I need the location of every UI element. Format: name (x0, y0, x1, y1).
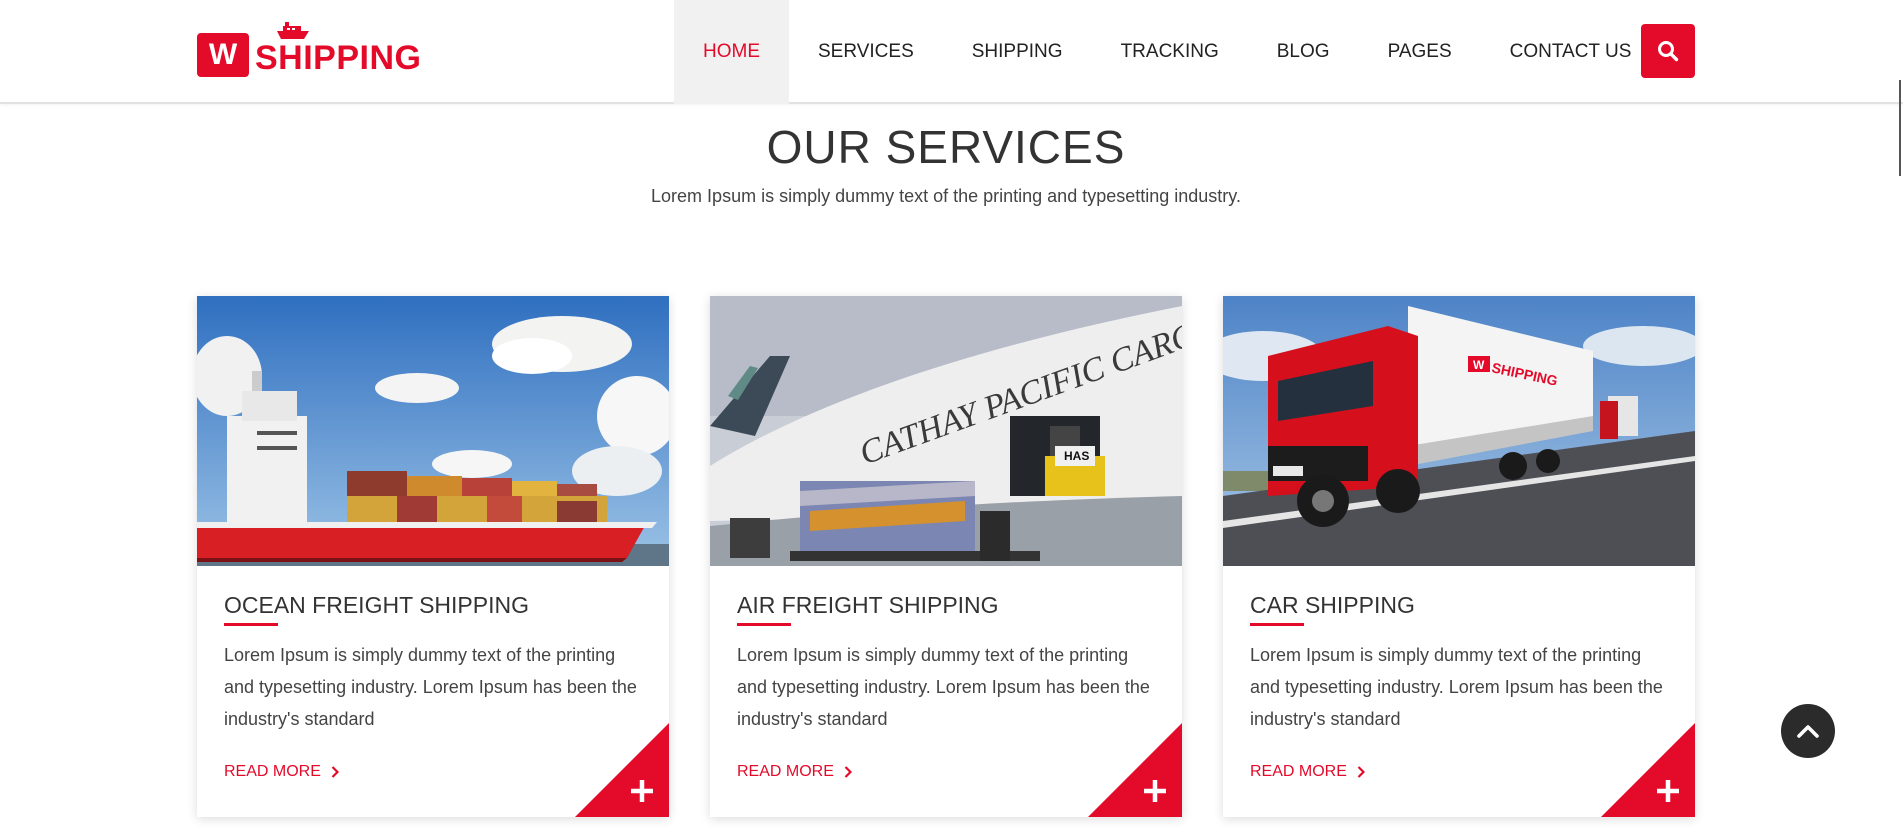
card-description: Lorem Ipsum is simply dummy text of the … (224, 645, 637, 729)
card-description: Lorem Ipsum is simply dummy text of the … (737, 645, 1150, 729)
read-more-link[interactable]: READ MORE (224, 763, 339, 781)
service-card-car: W SHIPPING CAR SHIPPING Lorem Ipsum is s… (1223, 296, 1695, 817)
cargo-plane-image: CATHAY PACIFIC CARGO HAS (710, 296, 1182, 566)
plus-corner-button[interactable] (575, 723, 669, 817)
plus-corner-button[interactable] (1601, 723, 1695, 817)
nav-blog[interactable]: BLOG (1248, 0, 1359, 104)
nav-home[interactable]: HOME (674, 0, 789, 104)
nav-contact-us[interactable]: CONTACT US (1481, 0, 1661, 104)
chevron-right-icon (844, 766, 852, 778)
title-underline (737, 623, 791, 626)
card-title: AIR FREIGHT SHIPPING (737, 592, 999, 618)
nav-tracking[interactable]: TRACKING (1092, 0, 1248, 104)
truck-logo-letter: W (1473, 358, 1485, 372)
title-underline (224, 623, 278, 626)
service-card-ocean: OCEAN FREIGHT SHIPPING Lorem Ipsum is si… (197, 296, 669, 817)
scroll-to-top-button[interactable] (1781, 704, 1835, 758)
container-ship-image (197, 296, 669, 566)
service-card-air: CATHAY PACIFIC CARGO HAS AIR FREIGHT SHI… (710, 296, 1182, 817)
card-title: CAR SHIPPING (1250, 592, 1415, 618)
ship-icon (277, 22, 309, 39)
loader-label: HAS (1064, 449, 1089, 463)
section-title: OUR SERVICES (766, 121, 1126, 173)
logo-mark: W (197, 33, 249, 77)
logo-text: SHIPPING (255, 39, 422, 77)
plus-corner-button[interactable] (1088, 723, 1182, 817)
scrollbar[interactable] (1899, 80, 1903, 176)
read-more-link[interactable]: READ MORE (1250, 763, 1365, 781)
red-truck-image: W SHIPPING (1223, 296, 1695, 566)
nav-pages[interactable]: PAGES (1359, 0, 1481, 104)
chevron-up-icon (1797, 725, 1819, 738)
chevron-right-icon (1357, 766, 1365, 778)
read-more-link[interactable]: READ MORE (737, 763, 852, 781)
search-icon (1658, 41, 1679, 62)
nav-services[interactable]: SERVICES (789, 0, 943, 104)
site-header: W SHIPPING HOME SERVICES SHIPPING TRACKI… (0, 0, 1903, 104)
site-logo[interactable]: W SHIPPING (197, 18, 421, 78)
card-description: Lorem Ipsum is simply dummy text of the … (1250, 645, 1663, 729)
main-nav: HOME SERVICES SHIPPING TRACKING BLOG PAG… (674, 0, 1660, 104)
chevron-right-icon (331, 766, 339, 778)
section-subtitle: Lorem Ipsum is simply dummy text of the … (651, 186, 1241, 206)
title-underline (1250, 623, 1304, 626)
nav-shipping[interactable]: SHIPPING (943, 0, 1092, 104)
search-button[interactable] (1641, 24, 1695, 78)
card-title: OCEAN FREIGHT SHIPPING (224, 592, 530, 618)
